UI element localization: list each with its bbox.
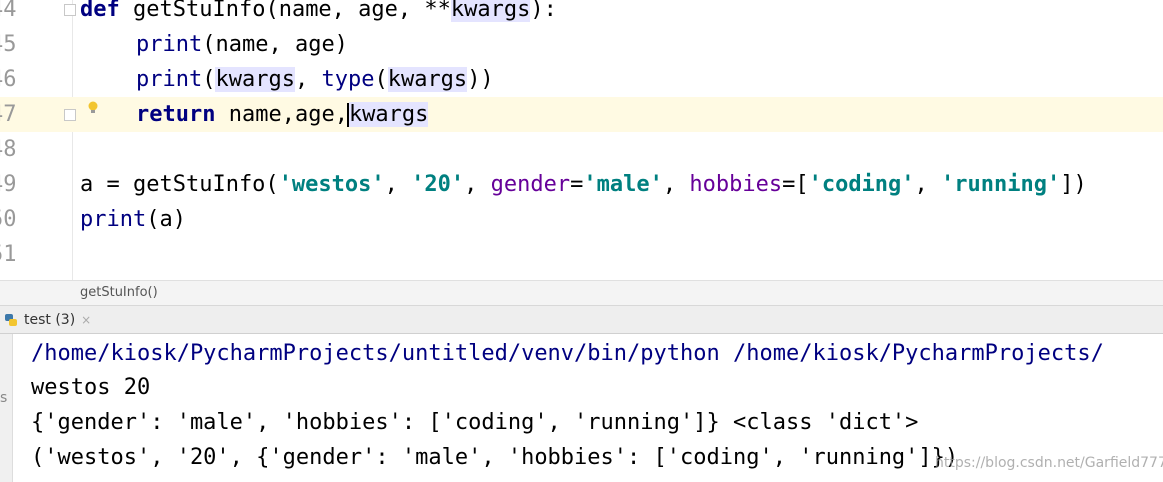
breadcrumb-item[interactable]: getStuInfo() [80,285,158,300]
code-text[interactable]: def getStuInfo(name, age, **kwargs): [80,0,557,27]
close-icon[interactable]: × [81,313,91,327]
console-line: {'gender': 'male', 'hobbies': ['coding',… [31,410,919,435]
code-line-51[interactable]: 51 [0,237,1163,272]
console-line: /home/kiosk/PycharmProjects/untitled/ven… [31,341,1104,366]
code-line-50[interactable]: 50 print(a) [0,202,1163,237]
line-number: 48 [0,137,17,162]
line-number: 46 [0,67,17,92]
line-number: 44 [0,0,17,22]
code-text[interactable]: return name,age,kwargs [136,97,429,132]
code-line-46[interactable]: 46 print(kwargs, type(kwargs)) [0,62,1163,97]
console-gutter [0,334,13,482]
code-line-44[interactable]: 44 def getStuInfo(name, age, **kwargs): [0,0,1163,27]
line-number: 45 [0,32,17,57]
code-text[interactable]: a = getStuInfo('westos', '20', gender='m… [80,167,1087,202]
breadcrumb[interactable]: getStuInfo() [0,280,1163,306]
tab-test-run[interactable]: test (3) × [4,309,91,331]
line-number: 51 [0,242,17,267]
code-line-49[interactable]: 49 a = getStuInfo('westos', '20', gender… [0,167,1163,202]
code-line-48[interactable]: 48 [0,132,1163,167]
code-line-47[interactable]: 47 return name,age,kwargs [0,97,1163,132]
lightbulb-icon[interactable] [88,101,98,115]
run-tab-bar: test (3) × [0,306,1163,334]
code-line-45[interactable]: 45 print(name, age) [0,27,1163,62]
python-icon [5,314,17,326]
code-editor[interactable]: 44 def getStuInfo(name, age, **kwargs): … [0,0,1163,280]
line-number: 49 [0,172,17,197]
side-panel-label: s [0,390,8,406]
code-text[interactable]: print(kwargs, type(kwargs)) [136,62,494,97]
tab-label: test (3) [24,312,76,328]
fold-marker-icon[interactable] [64,109,76,121]
fold-marker-icon[interactable] [64,4,76,16]
line-number: 47 [0,102,17,127]
watermark: https://blog.csdn.net/Garfield777 [935,455,1163,471]
console-line: westos 20 [31,375,151,400]
code-text[interactable]: print(name, age) [136,27,348,62]
code-text[interactable]: print(a) [80,202,186,237]
console-line: ('westos', '20', {'gender': 'male', 'hob… [31,445,959,470]
line-number: 50 [0,207,17,232]
